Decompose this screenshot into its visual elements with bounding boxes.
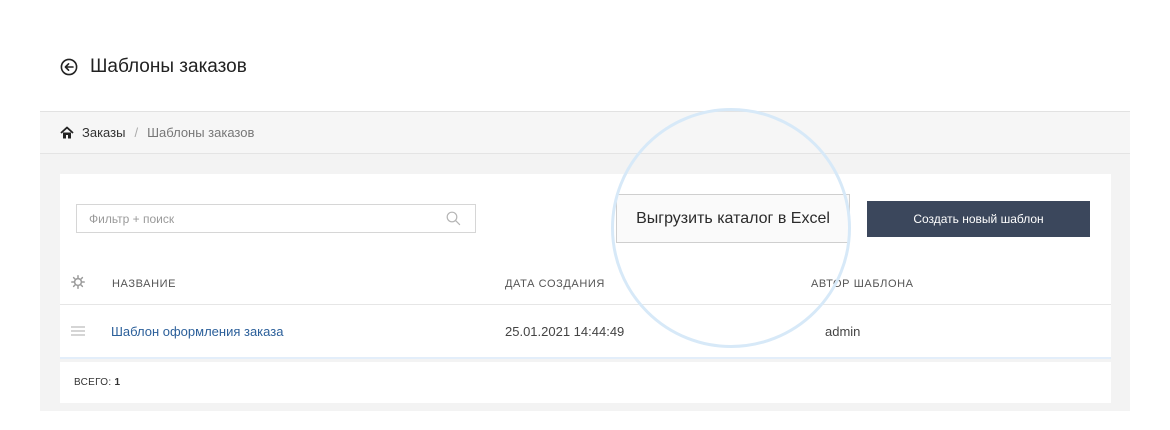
template-author: admin bbox=[825, 324, 861, 339]
table-row[interactable]: Шаблон оформления заказа 25.01.2021 14:4… bbox=[60, 305, 1111, 359]
total-label: ВСЕГО: bbox=[74, 377, 112, 388]
drag-handle-icon[interactable] bbox=[70, 325, 86, 337]
breadcrumb: Заказы / Шаблоны заказов bbox=[40, 112, 1130, 154]
search-input[interactable] bbox=[77, 205, 429, 232]
content-area: Заказы / Шаблоны заказов Выгрузить катал… bbox=[40, 111, 1130, 411]
template-created-date: 25.01.2021 14:44:49 bbox=[505, 324, 625, 339]
templates-card: Выгрузить каталог в Excel Создать новый … bbox=[60, 174, 1111, 359]
page-title: Шаблоны заказов bbox=[90, 56, 247, 77]
breadcrumb-link-orders[interactable]: Заказы bbox=[82, 125, 125, 140]
search-box bbox=[76, 204, 476, 233]
column-header-name[interactable]: НАЗВАНИЕ bbox=[112, 278, 176, 290]
total-count: 1 bbox=[114, 377, 121, 388]
column-header-created[interactable]: ДАТА СОЗДАНИЯ bbox=[505, 278, 605, 290]
breadcrumb-separator: / bbox=[134, 125, 139, 140]
table-header: НАЗВАНИЕ ДАТА СОЗДАНИЯ АВТОР ШАБЛОНА bbox=[60, 264, 1111, 305]
column-header-author[interactable]: АВТОР ШАБЛОНА bbox=[811, 278, 914, 290]
back-arrow-icon[interactable] bbox=[60, 58, 78, 76]
template-name-link[interactable]: Шаблон оформления заказа bbox=[111, 324, 283, 339]
export-excel-button[interactable]: Выгрузить каталог в Excel bbox=[616, 194, 850, 243]
create-template-button[interactable]: Создать новый шаблон bbox=[867, 201, 1090, 237]
table-footer: ВСЕГО: 1 bbox=[60, 362, 1111, 403]
breadcrumb-current: Шаблоны заказов bbox=[147, 125, 255, 140]
gear-icon[interactable] bbox=[71, 275, 85, 289]
home-icon[interactable] bbox=[60, 126, 74, 140]
page-header: Шаблоны заказов bbox=[60, 54, 247, 80]
search-icon[interactable] bbox=[446, 211, 461, 226]
